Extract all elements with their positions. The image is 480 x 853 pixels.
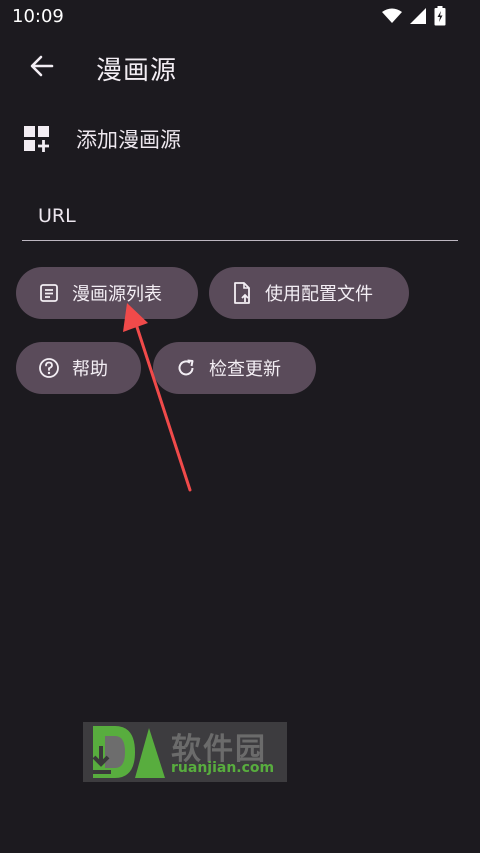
- help-button[interactable]: 帮助: [16, 342, 141, 394]
- watermark: 软件园 ruanjian.com: [83, 722, 287, 782]
- list-document-icon: [38, 282, 60, 304]
- screen: 10:09 漫画源 添加漫画源 URL 漫画源列表 使用配置文件 帮助 检查更新…: [0, 0, 480, 853]
- add-source-row[interactable]: 添加漫画源: [0, 110, 480, 168]
- status-icons: [382, 6, 446, 30]
- help-circle-icon: [38, 357, 60, 379]
- watermark-subtitle: ruanjian.com: [171, 760, 275, 776]
- url-field: [22, 192, 458, 241]
- watermark-logo: [92, 726, 165, 778]
- page-title: 漫画源: [96, 56, 178, 86]
- status-time: 10:09: [12, 6, 64, 27]
- check-update-label: 检查更新: [209, 359, 281, 380]
- file-upload-icon: [231, 282, 253, 304]
- status-bar: 10:09: [0, 0, 480, 34]
- url-input[interactable]: [36, 192, 450, 240]
- wifi-icon: [382, 8, 402, 28]
- use-config-button[interactable]: 使用配置文件: [209, 267, 409, 319]
- add-source-label: 添加漫画源: [76, 128, 181, 152]
- use-config-label: 使用配置文件: [265, 284, 373, 305]
- battery-charging-icon: [434, 6, 446, 30]
- source-list-button[interactable]: 漫画源列表: [16, 267, 198, 319]
- add-grid-icon: [24, 126, 50, 152]
- arrow-back-icon: [30, 55, 54, 81]
- back-button[interactable]: [24, 52, 60, 84]
- signal-icon: [410, 8, 426, 28]
- source-list-label: 漫画源列表: [72, 284, 162, 305]
- help-label: 帮助: [72, 359, 108, 380]
- refresh-icon: [175, 357, 197, 379]
- app-bar: 漫画源: [0, 34, 480, 100]
- check-update-button[interactable]: 检查更新: [153, 342, 316, 394]
